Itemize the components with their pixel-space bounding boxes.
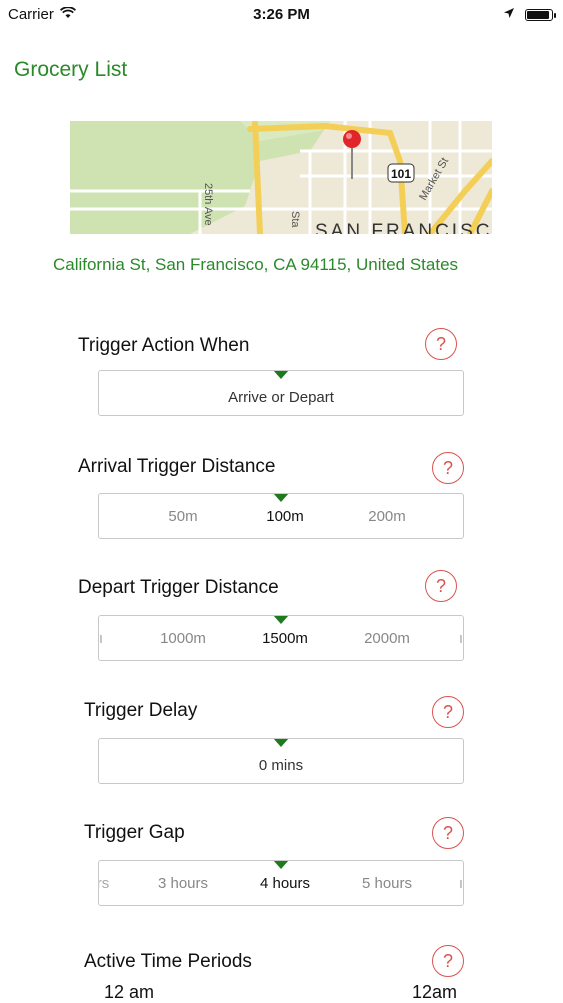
arrival-option-50m[interactable]: 50m	[168, 508, 197, 525]
map-label-highway: 101	[391, 167, 411, 181]
depart-option-2000m[interactable]: 2000m	[364, 630, 410, 647]
arrival-distance-label: Arrival Trigger Distance	[78, 456, 276, 477]
picker-marker-icon	[273, 616, 289, 624]
picker-marker-icon	[273, 739, 289, 747]
depart-option-edge-left: ı	[98, 630, 104, 647]
depart-distance-picker[interactable]: ı 1000m 1500m 2000m ı	[98, 615, 464, 661]
location-map[interactable]: 25th Ave Sta Market St 101 SAN FRANCISCO	[70, 121, 492, 234]
picker-marker-icon	[273, 494, 289, 502]
active-periods-label: Active Time Periods	[84, 951, 252, 972]
help-icon: ?	[442, 701, 453, 722]
depart-option-edge-right: ı	[458, 630, 464, 647]
picker-marker-icon	[273, 861, 289, 869]
trigger-gap-picker[interactable]: rs 3 hours 4 hours 5 hours ı	[98, 860, 464, 906]
trigger-delay-help-button[interactable]: ?	[432, 696, 464, 728]
picker-marker-icon	[273, 371, 289, 379]
active-periods-help-button[interactable]: ?	[432, 945, 464, 977]
trigger-gap-label: Trigger Gap	[84, 822, 185, 843]
help-icon: ?	[442, 457, 453, 478]
arrival-option-100m[interactable]: 100m	[266, 508, 304, 525]
help-icon: ?	[435, 575, 446, 596]
location-arrow-icon	[503, 6, 515, 23]
gap-option-edge-right: ı	[458, 875, 464, 892]
map-label-sta: Sta	[289, 211, 301, 228]
map-label-city: SAN FRANCISCO	[315, 221, 492, 234]
trigger-action-value: Arrive or Depart	[228, 389, 334, 406]
gap-option-edge-left: rs	[98, 875, 110, 892]
trigger-action-label: Trigger Action When	[78, 335, 250, 356]
address-label: California St, San Francisco, CA 94115, …	[52, 255, 459, 274]
battery-icon	[525, 8, 556, 21]
trigger-delay-value: 0 mins	[258, 757, 304, 774]
arrival-distance-help-button[interactable]: ?	[432, 452, 464, 484]
status-right	[503, 6, 556, 23]
trigger-delay-label: Trigger Delay	[84, 700, 198, 721]
trigger-delay-picker[interactable]: 0 mins	[98, 738, 464, 784]
depart-distance-label: Depart Trigger Distance	[78, 577, 279, 598]
page-title[interactable]: Grocery List	[14, 58, 127, 82]
gap-option-4-hours[interactable]: 4 hours	[260, 875, 310, 892]
gap-option-3-hours[interactable]: 3 hours	[158, 875, 208, 892]
help-icon: ?	[442, 822, 453, 843]
arrival-distance-picker[interactable]: 50m 100m 200m	[98, 493, 464, 539]
help-icon: ?	[435, 333, 446, 354]
trigger-action-picker[interactable]: Arrive or Depart	[98, 370, 464, 416]
depart-option-1000m[interactable]: 1000m	[160, 630, 206, 647]
trigger-gap-help-button[interactable]: ?	[432, 817, 464, 849]
map-label-25th-ave: 25th Ave	[202, 183, 214, 226]
help-icon: ?	[442, 950, 453, 971]
depart-option-1500m[interactable]: 1500m	[262, 630, 308, 647]
depart-distance-help-button[interactable]: ?	[425, 570, 457, 602]
arrival-option-200m[interactable]: 200m	[368, 508, 406, 525]
status-time: 3:26 PM	[253, 6, 310, 23]
trigger-action-help-button[interactable]: ?	[425, 328, 457, 360]
gap-option-5-hours[interactable]: 5 hours	[362, 875, 412, 892]
status-bar: Carrier 3:26 PM	[0, 0, 563, 30]
